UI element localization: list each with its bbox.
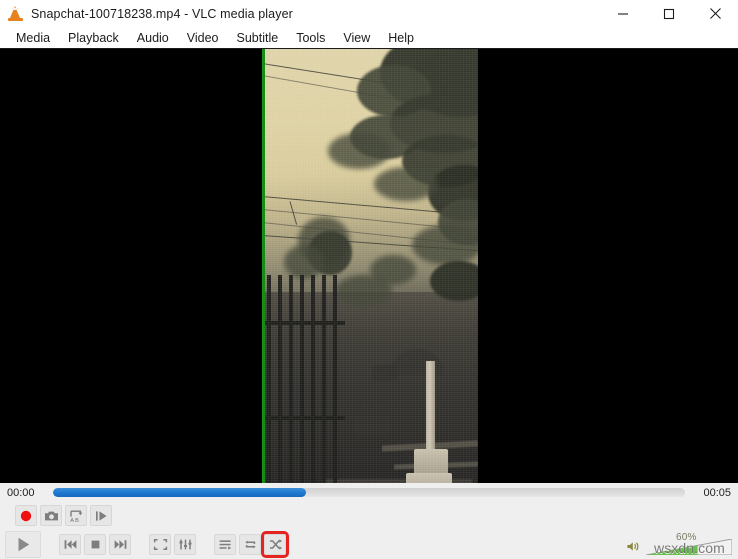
foliage [412,225,478,265]
speaker-icon[interactable] [625,538,641,554]
ab-loop-button[interactable]: A B [65,505,87,526]
menu-item-video[interactable]: Video [178,28,228,48]
vlc-window: Snapchat-100718238.mp4 - VLC media playe… [0,0,738,559]
play-button[interactable] [5,530,41,558]
window-title: Snapchat-100718238.mp4 - VLC media playe… [31,6,293,21]
vlc-cone-icon [7,5,24,22]
video-left-edge-strip [262,49,265,483]
playlist-group [214,530,289,558]
menu-bar: Media Playback Audio Video Subtitle Tool… [0,27,738,49]
menu-item-help[interactable]: Help [379,28,423,48]
maximize-icon[interactable] [646,0,692,27]
minimize-icon[interactable] [600,0,646,27]
seek-progress-fill [53,488,306,497]
extended-settings-button[interactable] [174,533,196,555]
stop-button[interactable] [84,533,106,555]
video-frame [262,49,478,483]
volume-slider[interactable]: 60% wsxdn.com [646,532,732,557]
record-button[interactable] [15,505,37,526]
playlist-button[interactable] [214,533,236,555]
transport-group [59,533,131,555]
menu-item-media[interactable]: Media [7,28,59,48]
previous-button[interactable] [59,533,81,555]
loop-button[interactable] [239,533,261,555]
foliage [374,167,438,201]
title-bar: Snapchat-100718238.mp4 - VLC media playe… [0,0,738,27]
video-surface[interactable] [0,49,738,483]
snapshot-button[interactable] [40,505,62,526]
volume-control[interactable]: 60% wsxdn.com [625,529,732,557]
metal-gate [265,274,345,483]
next-button[interactable] [109,533,131,555]
svg-text:A B: A B [70,518,79,523]
menu-item-tools[interactable]: Tools [287,28,334,48]
control-bar: A B 60% wsxdn.com [0,502,738,559]
menu-item-audio[interactable]: Audio [128,28,178,48]
menu-item-playback[interactable]: Playback [59,28,128,48]
close-icon[interactable] [692,0,738,27]
frame-by-frame-button[interactable] [90,505,112,526]
fullscreen-button[interactable] [149,533,171,555]
advanced-controls-row: A B [0,502,738,529]
elapsed-time: 00:00 [7,486,35,499]
title-bar-left: Snapchat-100718238.mp4 - VLC media playe… [0,5,293,22]
distant-vehicle [354,411,390,433]
seek-slider[interactable] [53,488,685,497]
seek-bar-row: 00:00 00:05 [0,483,738,502]
menu-item-subtitle[interactable]: Subtitle [228,28,288,48]
site-watermark: wsxdn.com [654,540,725,556]
marker-post-plinth [406,473,452,483]
menu-item-view[interactable]: View [334,28,379,48]
window-controls [600,0,738,27]
total-time: 00:05 [703,486,731,499]
main-controls-row: 60% wsxdn.com [0,529,738,559]
view-group [149,533,196,555]
foliage [328,133,390,169]
random-button[interactable] [261,530,289,558]
